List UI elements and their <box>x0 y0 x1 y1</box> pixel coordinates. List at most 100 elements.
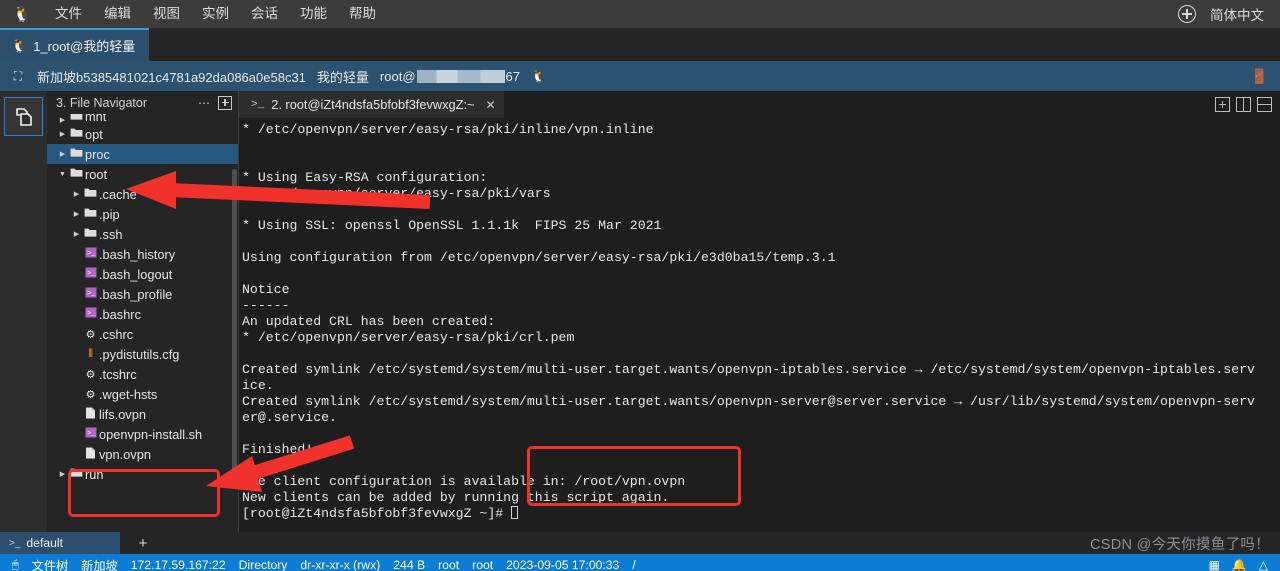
chevron-down-icon[interactable]: ▼ <box>57 171 68 178</box>
terminal-tab[interactable]: >_ 2. root@iZt4ndsfa5bfobf3fevwxgZ:~ ✕ <box>239 91 504 118</box>
split-vertical-button[interactable] <box>1236 97 1251 112</box>
terminal-line: The client configuration is available in… <box>242 474 686 489</box>
folder-icon <box>82 187 99 201</box>
tree-item-wget-hsts[interactable]: ⚙ .wget-hsts <box>47 384 238 404</box>
tree-item-mnt[interactable]: ▶ mnt <box>47 114 238 124</box>
tree-item-label: run <box>85 466 104 482</box>
tree-item-root[interactable]: ▼ root <box>47 164 238 184</box>
add-box-icon[interactable] <box>218 95 232 110</box>
tree-item-bashrc[interactable]: >_ .bashrc <box>47 304 238 324</box>
svg-text:>_: >_ <box>87 270 96 278</box>
svg-text:>_: >_ <box>87 430 96 438</box>
tree-item-openvpn-install-sh[interactable]: >_ openvpn-install.sh <box>47 424 238 444</box>
logout-icon[interactable]: 🚪 <box>1251 68 1268 85</box>
status-region: 新加坡 <box>81 559 118 571</box>
terminal-line: * Using Easy-RSA configuration: <box>242 170 488 185</box>
chevron-right-icon[interactable]: ▶ <box>57 116 68 124</box>
tree-item-ssh[interactable]: ▶ .ssh <box>47 224 238 244</box>
terminal-tab-spacer <box>504 91 1215 118</box>
tree-item-bash-history[interactable]: >_ .bash_history <box>47 244 238 264</box>
tree-item-label: .bash_profile <box>99 286 173 302</box>
terminal-line: Created symlink /etc/systemd/system/mult… <box>242 362 1255 377</box>
chevron-right-icon[interactable]: ▶ <box>57 130 68 138</box>
terminal-pane: >_ 2. root@iZt4ndsfa5bfobf3fevwxgZ:~ ✕ *… <box>239 91 1280 532</box>
menu-file[interactable]: 文件 <box>44 0 93 28</box>
status-owner: root <box>438 558 460 571</box>
tree-item-proc[interactable]: ▶ proc <box>47 144 238 164</box>
tree-item-label: openvpn-install.sh <box>99 426 203 442</box>
tree-item-bash-logout[interactable]: >_ .bash_logout <box>47 264 238 284</box>
terminal-output[interactable]: * /etc/openvpn/server/easy-rsa/pki/inlin… <box>239 118 1280 532</box>
sh-icon: >_ <box>82 427 99 441</box>
shield-icon[interactable]: △ <box>1259 558 1268 571</box>
tree-item-opt[interactable]: ▶ opt <box>47 124 238 144</box>
language-selector[interactable]: 简体中文 <box>1210 4 1280 24</box>
bottom-tab-default[interactable]: >_ default <box>0 532 120 554</box>
terminal-tab-strip: >_ 2. root@iZt4ndsfa5bfobf3fevwxgZ:~ ✕ <box>239 91 1280 118</box>
session-tab-strip: 🐧 1_root@我的轻量 <box>0 28 1280 61</box>
tree-item-bash-profile[interactable]: >_ .bash_profile <box>47 284 238 304</box>
split-horizontal-button[interactable] <box>1257 97 1272 112</box>
menu-features[interactable]: 功能 <box>289 0 338 28</box>
chevron-right-icon[interactable]: ▶ <box>57 150 68 158</box>
tree-item-run[interactable]: ▶ run <box>47 464 238 484</box>
menu-view[interactable]: 视图 <box>142 0 191 28</box>
bottom-tab-spacer <box>166 532 1090 554</box>
chevron-right-icon[interactable]: ▶ <box>71 190 82 198</box>
tree-item-label: .bashrc <box>99 306 141 322</box>
bell-icon[interactable]: 🔔 <box>1232 558 1247 571</box>
menu-edit[interactable]: 编辑 <box>93 0 142 28</box>
file-tree-scrollbar[interactable] <box>232 169 237 489</box>
tree-item-tcshrc[interactable]: ⚙ .tcshrc <box>47 364 238 384</box>
new-terminal-button[interactable] <box>1215 97 1230 112</box>
chevron-right-icon[interactable]: ▶ <box>57 470 68 478</box>
folder-icon <box>68 127 85 141</box>
menu-session[interactable]: 会话 <box>240 0 289 28</box>
terminal-prompt-line[interactable]: [root@iZt4ndsfa5bfobf3fevwxgZ ~]# <box>242 506 1280 522</box>
tree-item-cshrc[interactable]: ⚙ .cshrc <box>47 324 238 344</box>
chevron-right-icon[interactable]: ▶ <box>71 210 82 218</box>
tree-item-vpn-ovpn[interactable]: vpn.ovpn <box>47 444 238 464</box>
tree-item-pydistutils-cfg[interactable]: ⫴ .pydistutils.cfg <box>47 344 238 364</box>
svg-text:>_: >_ <box>87 310 96 318</box>
terminal-prompt: [root@iZt4ndsfa5bfobf3fevwxgZ ~]# <box>242 506 512 521</box>
folder-icon <box>68 147 85 161</box>
close-icon[interactable]: ✕ <box>485 98 495 112</box>
sh-icon: >_ <box>82 307 99 321</box>
add-session-icon[interactable] <box>1178 5 1196 23</box>
apps-icon[interactable]: ▦ <box>1208 558 1219 571</box>
terminal-line: Created symlink /etc/systemd/system/mult… <box>242 394 1255 409</box>
redacted-ip <box>416 69 505 83</box>
cfg-icon: ⫴ <box>88 347 93 360</box>
file-tree[interactable]: ▶ mnt ▶ opt ▶ proc ▼ root ▶ .cache ▶ .pip ▶ .ssh >_ .ba… <box>47 114 238 532</box>
status-bar: 🖱 文件树 新加坡 172.17.59.167:22 Directory dr-… <box>0 554 1280 571</box>
chevron-right-icon[interactable]: ▶ <box>71 230 82 238</box>
ellipsis-icon[interactable]: ⋯ <box>198 96 211 110</box>
terminal-tab-label: 2. root@iZt4ndsfa5bfobf3fevwxgZ:~ <box>271 97 475 112</box>
prompt-icon: >_ <box>251 98 265 111</box>
fullscreen-icon[interactable]: ⛶ <box>10 69 26 84</box>
menu-instance[interactable]: 实例 <box>191 0 240 28</box>
status-perms: dr-xr-xr-x (rwx) <box>300 558 381 571</box>
terminal-controls <box>1215 91 1280 118</box>
user-host-label: root@ 67 <box>379 68 520 84</box>
watermark-label: CSDN @今天你摸鱼了吗！ <box>1089 536 1270 553</box>
tree-item-label: .cache <box>99 186 137 202</box>
tree-item-lifs-ovpn[interactable]: lifs.ovpn <box>47 404 238 424</box>
tree-item-pip[interactable]: ▶ .pip <box>47 204 238 224</box>
tree-item-label: opt <box>85 126 103 142</box>
path-bar: ⛶ 新加坡b5385481021c4781a92da086a0e58c31 我的… <box>0 61 1280 91</box>
add-icon[interactable]: + <box>120 532 166 554</box>
file-manager-icon[interactable] <box>4 97 43 136</box>
terminal-line: Finished! <box>242 442 314 457</box>
terminal-line: * /etc/openvpn/server/easy-rsa/pki/crl.p… <box>242 330 575 345</box>
tree-item-cache[interactable]: ▶ .cache <box>47 184 238 204</box>
session-tab-1[interactable]: 🐧 1_root@我的轻量 <box>0 28 150 61</box>
menu-help[interactable]: 帮助 <box>338 0 387 28</box>
menu-bar: 🐧 文件 编辑 视图 实例 会话 功能 帮助 简体中文 <box>0 0 1280 28</box>
status-size: 244 B <box>393 558 426 571</box>
